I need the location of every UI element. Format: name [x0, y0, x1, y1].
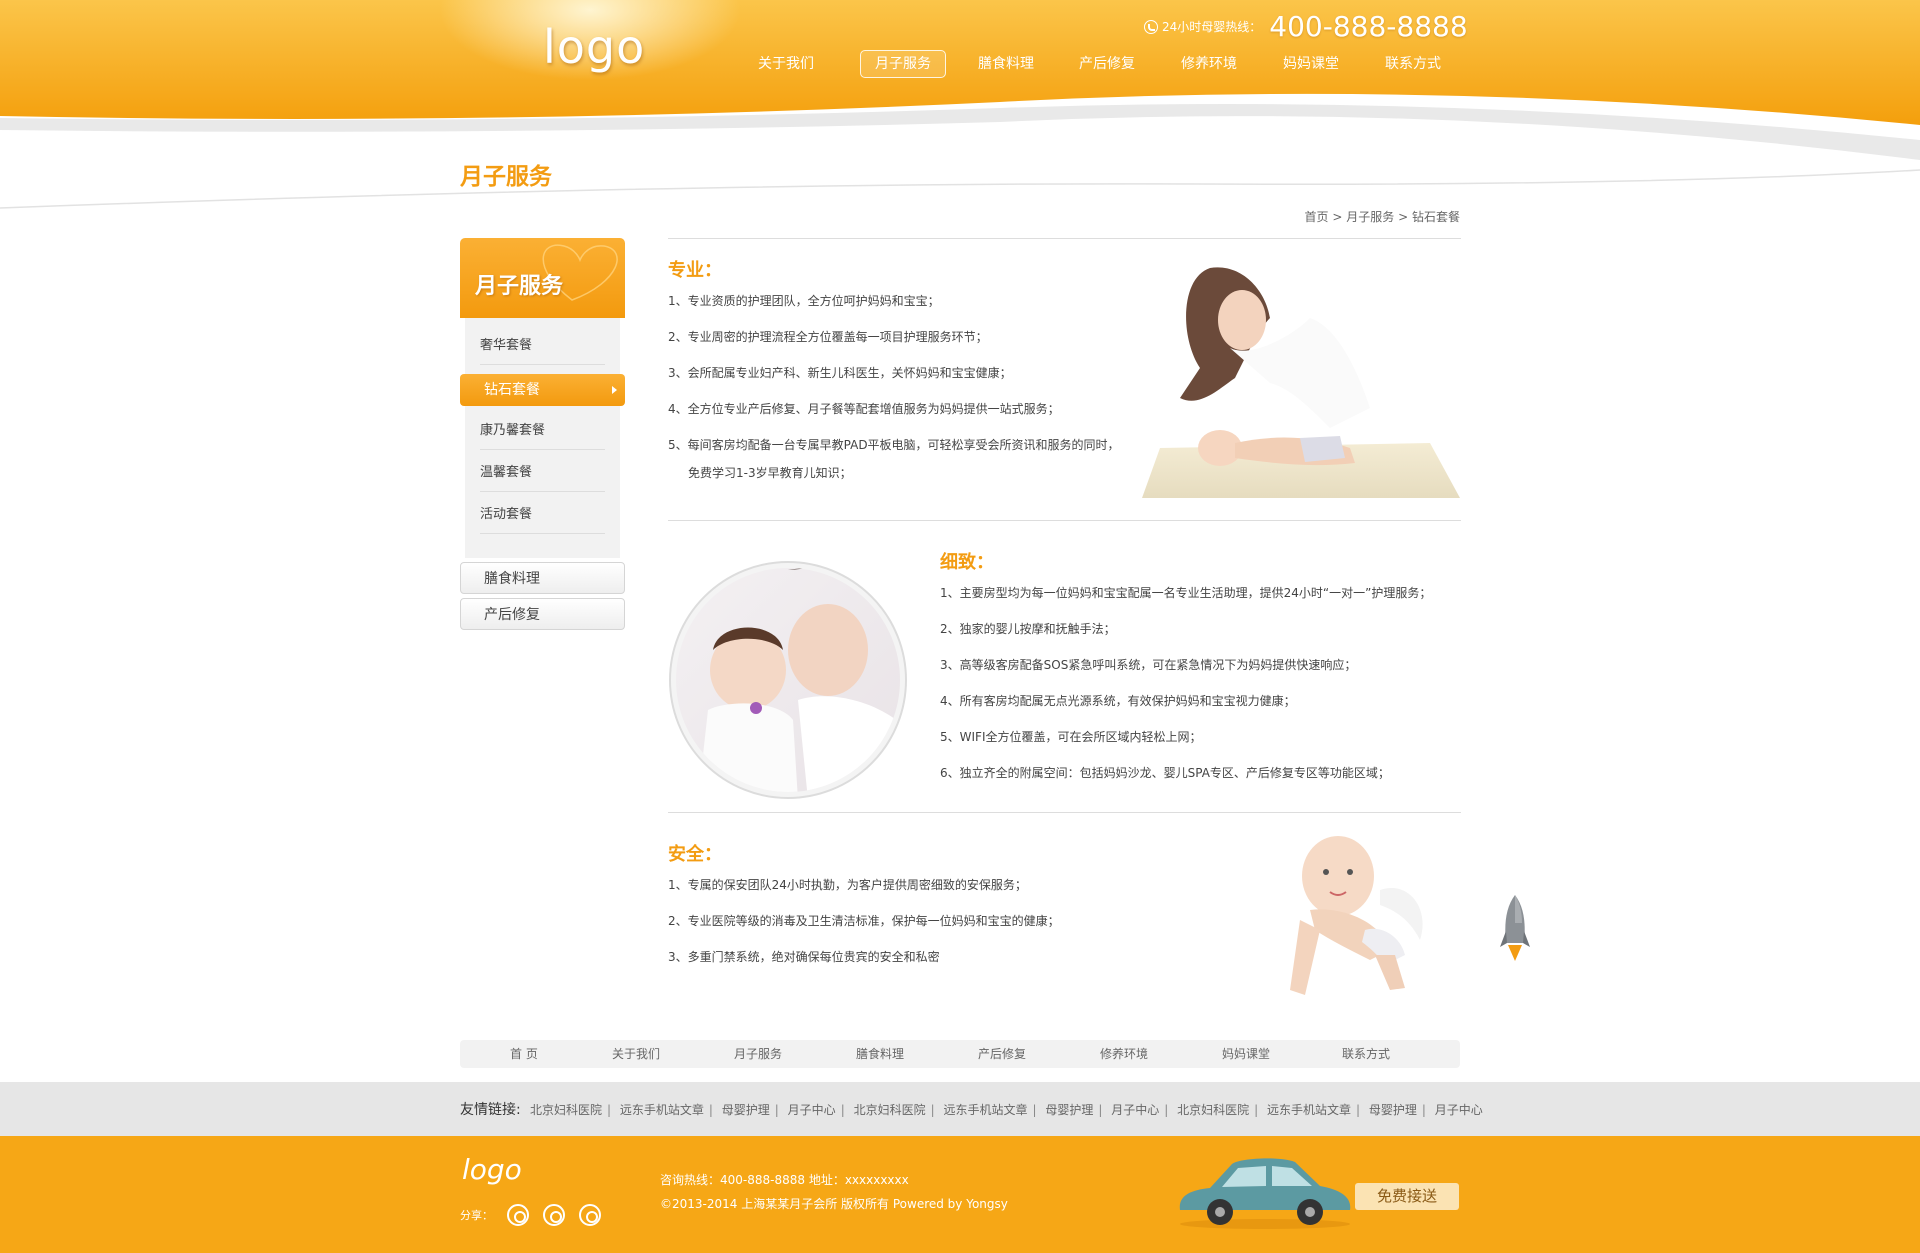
tencent-weibo-share-icon[interactable] [579, 1204, 601, 1226]
breadcrumb-current: 钻石套餐 [1411, 210, 1460, 224]
sidebar-item-luxury[interactable]: 奢华套餐 [480, 327, 605, 365]
divider [668, 238, 1461, 239]
section-list-professional: 1、专业资质的护理团队，全方位呵护妈妈和宝宝； 2、专业周密的护理流程全方位覆盖… [668, 291, 1120, 499]
list-item: 6、独立齐全的附属空间：包括妈妈沙龙、婴儿SPA专区、产后修复专区等功能区域； [940, 766, 1390, 780]
nav-contact[interactable]: 联系方式 [1381, 50, 1445, 78]
list-item: 3、多重门禁系统，绝对确保每位贵宾的安全和私密 [668, 950, 940, 964]
friend-link[interactable]: 远东手机站文章 [1267, 1103, 1351, 1117]
sidebar-title: 月子服务 [475, 274, 564, 299]
footer-nav-mom-class[interactable]: 妈妈课堂 [1222, 1040, 1270, 1068]
sidebar-section-recovery[interactable]: 产后修复 [460, 598, 625, 630]
site-logo[interactable]: logo [543, 20, 645, 74]
share-label: 分享： [460, 1209, 493, 1222]
friend-link[interactable]: 月子中心 [1111, 1103, 1159, 1117]
header: logo 24小时母婴热线： 400-888-8888 关于我们 月子服务 膳食… [0, 0, 1920, 160]
sidebar-section-diet[interactable]: 膳食料理 [460, 562, 625, 594]
section-list-detailed: 1、主要房型均为每一位妈妈和宝宝配属一名专业生活助理，提供24小时“一对一”护理… [940, 583, 1431, 799]
list-item: 2、专业周密的护理流程全方位覆盖每一项目护理服务环节； [668, 330, 988, 344]
breadcrumb-separator: > [1332, 210, 1343, 224]
weibo-share-icon[interactable] [543, 1204, 565, 1226]
chevron-right-icon [612, 386, 617, 394]
footer-copyright: ©2013-2014 上海某某月子会所 版权所有 Powered by Yong… [660, 1197, 1008, 1211]
back-to-top-rocket-icon[interactable] [1498, 893, 1532, 963]
sidebar-menu: 奢华套餐 康乃馨套餐 温馨套餐 活动套餐 [465, 318, 620, 558]
hotline: 24小时母婴热线： 400-888-8888 [1144, 10, 1468, 43]
footer-nav-environment[interactable]: 修养环境 [1100, 1040, 1148, 1068]
breadcrumb-service[interactable]: 月子服务 [1346, 210, 1394, 224]
baby-portrait-photo [669, 561, 907, 799]
footer: logo 分享： 咨询热线：400-888-8888 地址：xxxxxxxxx … [0, 1136, 1920, 1253]
footer-nav-contact[interactable]: 联系方式 [1342, 1040, 1390, 1068]
friend-link[interactable]: 北京妇科医院 [530, 1103, 602, 1117]
list-item: 1、专属的保安团队24小时执勤，为客户提供周密细致的安保服务； [668, 878, 1027, 892]
mother-baby-photo [1142, 267, 1460, 498]
footer-contact: 咨询热线：400-888-8888 地址：xxxxxxxxx [660, 1173, 909, 1187]
footer-logo[interactable]: logo [462, 1153, 522, 1186]
footer-nav: 首 页 关于我们 月子服务 膳食料理 产后修复 修养环境 妈妈课堂 联系方式 [460, 1040, 1460, 1068]
car-icon [1179, 1158, 1351, 1229]
friend-link[interactable]: 北京妇科医院 [1177, 1103, 1249, 1117]
nav-recovery[interactable]: 产后修复 [1075, 50, 1139, 78]
list-item: 2、专业医院等级的消毒及卫生清洁标准，保护每一位妈妈和宝宝的健康； [668, 914, 1060, 928]
list-item: 1、专业资质的护理团队，全方位呵护妈妈和宝宝； [668, 294, 940, 308]
hotline-label: 24小时母婴热线： [1162, 20, 1262, 34]
crawling-baby-photo [1290, 836, 1423, 995]
friend-link[interactable]: 母婴护理 [722, 1103, 770, 1117]
sidebar-header: 月子服务 [460, 238, 625, 318]
sidebar-item-label: 钻石套餐 [484, 382, 540, 398]
list-item: 2、独家的婴儿按摩和抚触手法； [940, 622, 1116, 636]
sidebar-item-activity[interactable]: 活动套餐 [480, 496, 605, 534]
footer-nav-home[interactable]: 首 页 [510, 1040, 538, 1068]
footer-nav-diet[interactable]: 膳食料理 [856, 1040, 904, 1068]
list-item: 3、会所配属专业妇产科、新生儿科医生，关怀妈妈和宝宝健康； [668, 366, 1012, 380]
nav-diet[interactable]: 膳食料理 [974, 50, 1038, 78]
phone-icon [1144, 19, 1158, 34]
footer-nav-service[interactable]: 月子服务 [734, 1040, 782, 1068]
friend-link[interactable]: 月子中心 [788, 1103, 836, 1117]
free-shuttle-button[interactable]: 免费接送 [1355, 1183, 1459, 1210]
friend-links-bar: 友情链接: 北京妇科医院 | 远东手机站文章 | 母婴护理 | 月子中心 | 北京妇科医… [0, 1082, 1920, 1136]
nav-mom-class[interactable]: 妈妈课堂 [1279, 50, 1343, 78]
list-item: 3、高等级客房配备SOS紧急呼叫系统，可在紧急情况下为妈妈提供快速响应； [940, 658, 1357, 672]
nav-postpartum-service[interactable]: 月子服务 [860, 50, 946, 78]
qq-share-icon[interactable] [507, 1204, 529, 1226]
friend-link[interactable]: 远东手机站文章 [620, 1103, 704, 1117]
list-item: 5、WIFI全方位覆盖，可在会所区域内轻松上网； [940, 730, 1202, 744]
friend-link[interactable]: 远东手机站文章 [943, 1103, 1027, 1117]
friend-links-label: 友情链接: [460, 1102, 521, 1118]
header-wave-background [0, 0, 1920, 160]
list-item: 1、主要房型均为每一位妈妈和宝宝配属一名专业生活助理，提供24小时“一对一”护理… [940, 586, 1432, 600]
friend-links-list: 北京妇科医院 | 远东手机站文章 | 母婴护理 | 月子中心 | 北京妇科医院 | 远东手… [530, 1103, 1483, 1117]
breadcrumb-separator: > [1398, 210, 1409, 224]
friend-link[interactable]: 母婴护理 [1369, 1103, 1417, 1117]
footer-nav-recovery[interactable]: 产后修复 [978, 1040, 1026, 1068]
list-item: 免费学习1-3岁早教育儿知识； [688, 466, 852, 480]
hotline-number: 400-888-8888 [1269, 10, 1468, 43]
section-list-safety: 1、专属的保安团队24小时执勤，为客户提供周密细致的安保服务； 2、专业医院等级… [668, 875, 1060, 983]
footer-nav-about[interactable]: 关于我们 [612, 1040, 660, 1068]
nav-about[interactable]: 关于我们 [754, 50, 818, 78]
list-item: 4、全方位专业产后修复、月子餐等配套增值服务为妈妈提供一站式服务； [668, 402, 1060, 416]
title-divider-curve [0, 169, 1920, 209]
list-item: 5、每间客房均配备一台专属早教PAD平板电脑，可轻松享受会所资讯和服务的同时， [668, 438, 1120, 452]
section-title-safety: 安全： [668, 844, 722, 865]
section-title-detailed: 细致： [940, 552, 994, 573]
sidebar-item-diamond[interactable]: 钻石套餐 [460, 374, 625, 406]
footer-info: 咨询热线：400-888-8888 地址：xxxxxxxxx ©2013-201… [660, 1168, 1008, 1216]
nav-environment[interactable]: 修养环境 [1177, 50, 1241, 78]
section-title-professional: 专业： [668, 260, 722, 281]
friend-link[interactable]: 母婴护理 [1045, 1103, 1093, 1117]
breadcrumb: 首页 > 月子服务 > 钻石套餐 [1140, 208, 1460, 225]
page-title: 月子服务 [460, 164, 552, 190]
friend-link[interactable]: 北京妇科医院 [854, 1103, 926, 1117]
friend-link[interactable]: 月子中心 [1435, 1103, 1483, 1117]
sidebar-item-carnation[interactable]: 康乃馨套餐 [480, 412, 605, 450]
share-row: 分享： [460, 1204, 601, 1226]
divider [668, 520, 1461, 521]
list-item: 4、所有客房均配属无点光源系统，有效保护妈妈和宝宝视力健康； [940, 694, 1296, 708]
sidebar-item-warm[interactable]: 温馨套餐 [480, 454, 605, 492]
breadcrumb-home[interactable]: 首页 [1305, 210, 1329, 224]
divider [668, 812, 1461, 813]
